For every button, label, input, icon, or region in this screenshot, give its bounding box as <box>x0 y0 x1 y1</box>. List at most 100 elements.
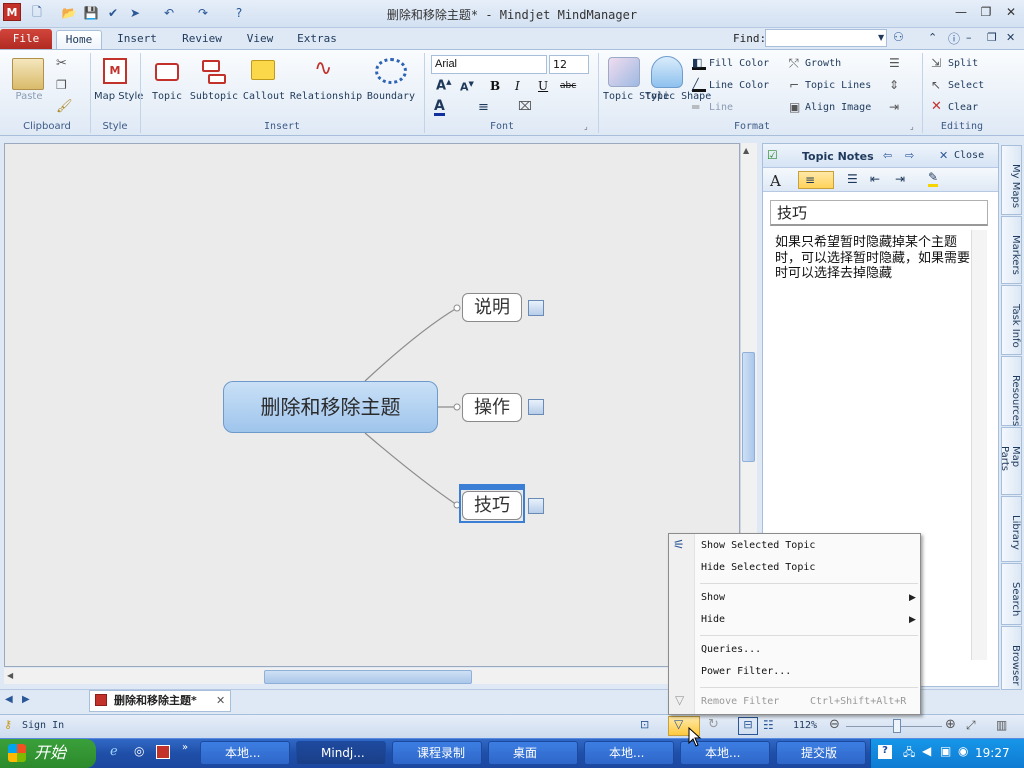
doc-close-icon[interactable]: ✕ <box>1006 31 1015 44</box>
quick-launch-icon[interactable]: ◎ <box>134 744 144 758</box>
taskbar-item[interactable]: 桌面 <box>488 741 578 765</box>
restore-icon[interactable]: ❐ <box>975 4 997 20</box>
split-icon[interactable]: ⇲ <box>931 56 941 70</box>
sign-in-button[interactable]: Sign In <box>22 720 64 731</box>
side-tab-map-parts[interactable]: Map Parts <box>999 427 1022 495</box>
select-icon[interactable]: ↖ <box>931 78 941 92</box>
volume-tray-icon[interactable]: ◉ <box>958 744 968 758</box>
clear-button[interactable]: Clear <box>948 102 978 113</box>
subtopic-caozuo[interactable]: 操作 <box>462 393 522 422</box>
menu-item-hide-selected-topic[interactable]: Hide Selected Topic <box>701 562 815 573</box>
zoom-in-icon[interactable]: ⊕ <box>945 717 956 732</box>
next-doc-icon[interactable]: ▶ <box>22 694 30 705</box>
bullets-icon[interactable]: ☰ <box>889 56 900 70</box>
close-notes-button[interactable]: Close <box>954 150 984 161</box>
menu-item-power-filter[interactable]: Power Filter... <box>701 666 791 677</box>
clear-icon[interactable]: ✕ <box>931 99 942 114</box>
vertical-scroll-thumb[interactable] <box>742 352 755 462</box>
side-tab-task-info[interactable]: Task Info <box>1001 285 1022 355</box>
topic-lines-icon[interactable]: ⌐ <box>789 78 799 92</box>
side-tab-my-maps[interactable]: My Maps <box>1001 145 1022 215</box>
notes-icon[interactable] <box>528 498 544 514</box>
menu-item-show-selected-topic[interactable]: Show Selected Topic <box>701 540 815 551</box>
notes-import-icon[interactable]: ⇦ <box>883 149 892 162</box>
outline-view-icon[interactable]: ☷ <box>763 718 774 732</box>
zoom-out-icon[interactable]: ⊖ <box>829 717 840 732</box>
close-document-icon[interactable]: ✕ <box>216 694 225 707</box>
show-selected-topic-icon: ⚟ <box>673 538 685 553</box>
ribbon-minimize-icon[interactable]: ⌃ <box>928 31 937 44</box>
prev-doc-icon[interactable]: ◀ <box>5 694 13 705</box>
indent-icon[interactable]: ⇥ <box>889 100 899 114</box>
fit-page-icon[interactable]: ⤢ <box>966 718 976 733</box>
notes-export-icon[interactable]: ⇨ <box>905 149 914 162</box>
notes-check-icon[interactable]: ☑ <box>767 148 778 162</box>
mindmanager-quick-launch-icon[interactable] <box>156 745 170 759</box>
find-input[interactable] <box>765 29 887 47</box>
taskbar-item[interactable]: 本地... <box>584 741 674 765</box>
zoom-slider-thumb[interactable] <box>893 719 901 733</box>
horizontal-scroll-thumb[interactable] <box>264 670 472 684</box>
taskbar-item[interactable]: 课程录制 <box>392 741 482 765</box>
taskbar-item-mindjet[interactable]: Mindj... <box>296 741 386 765</box>
menu-item-show[interactable]: Show <box>701 592 725 603</box>
taskbar-clock[interactable]: 19:27 <box>975 746 1010 760</box>
notes-outdent-icon[interactable]: ⇤ <box>870 172 880 186</box>
taskbar-item[interactable]: 提交版 <box>776 741 866 765</box>
menu-item-remove-filter: Remove Filter <box>701 696 780 707</box>
doc-minimize-icon[interactable]: – <box>966 31 972 44</box>
subtopic-shuoming[interactable]: 说明 <box>462 293 522 322</box>
tray-expand-icon[interactable]: ◀ <box>922 744 931 758</box>
side-tab-search[interactable]: Search <box>1001 563 1022 625</box>
notes-scrollbar[interactable] <box>971 230 987 660</box>
help-circle-icon[interactable]: ⓘ <box>948 30 960 47</box>
notes-highlight-icon[interactable]: ✎ <box>928 170 939 187</box>
spacing-icon[interactable]: ⇕ <box>889 78 899 92</box>
subtopic-jiqiao[interactable]: 技巧 <box>462 491 522 520</box>
find-dropdown-icon[interactable]: ▼ <box>878 33 884 42</box>
scroll-left-icon[interactable]: ◀ <box>7 671 13 680</box>
doc-restore-icon[interactable]: ❐ <box>987 31 997 44</box>
menu-separator <box>700 635 918 636</box>
align-image-button[interactable]: Align Image <box>805 102 871 113</box>
close-window-icon[interactable]: ✕ <box>1000 4 1022 20</box>
fit-map-icon[interactable]: ⊡ <box>640 718 649 731</box>
format-dialog-launcher-icon[interactable]: ⌟ <box>910 122 914 131</box>
notes-align-left-icon[interactable]: ≡ <box>798 171 834 189</box>
growth-button[interactable]: Growth <box>805 58 841 69</box>
align-image-icon[interactable]: ▣ <box>789 100 800 114</box>
tray-app-icon[interactable]: ▣ <box>940 744 951 758</box>
ie-icon[interactable]: ℯ <box>110 744 118 759</box>
mouse-cursor-icon <box>688 727 702 747</box>
binoculars-icon[interactable]: ⚇ <box>893 30 904 44</box>
central-topic[interactable]: 删除和移除主题 <box>223 381 438 433</box>
network-tray-icon[interactable]: 🖧 <box>903 744 915 763</box>
side-tab-markers[interactable]: Markers <box>1001 216 1022 284</box>
taskbar-overflow-icon[interactable]: » <box>182 742 188 753</box>
menu-icon-gutter <box>669 534 695 714</box>
select-button[interactable]: Select <box>948 80 984 91</box>
layout-view-icon[interactable]: ⊟ <box>738 717 758 735</box>
minimize-icon[interactable]: — <box>950 4 972 20</box>
scroll-up-icon[interactable]: ▲ <box>743 146 749 155</box>
notes-icon[interactable] <box>528 300 544 316</box>
side-tab-library[interactable]: Library <box>1001 496 1022 562</box>
menu-item-hide[interactable]: Hide <box>701 614 725 625</box>
taskbar-item[interactable]: 本地... <box>200 741 290 765</box>
split-button[interactable]: Split <box>948 58 978 69</box>
growth-icon[interactable]: ⤲ <box>789 56 799 71</box>
panel-toggle-icon[interactable]: ▥ <box>996 718 1007 732</box>
document-tab[interactable]: 删除和移除主题* <box>89 690 231 712</box>
help-tray-icon[interactable]: ? <box>878 745 892 759</box>
close-notes-icon[interactable]: ✕ <box>939 149 948 162</box>
notes-icon[interactable] <box>528 399 544 415</box>
menu-item-queries[interactable]: Queries... <box>701 644 761 655</box>
notes-bullets-icon[interactable]: ☰ <box>847 172 858 186</box>
notes-indent-icon[interactable]: ⇥ <box>895 172 905 186</box>
topic-lines-button[interactable]: Topic Lines <box>805 80 871 91</box>
side-tab-browser[interactable]: Browser <box>1001 626 1022 690</box>
notes-body-text[interactable]: 如果只希望暂时隐藏掉某个主题时，可以选择暂时隐藏，如果需要时可以选择去掉隐藏 <box>775 235 970 282</box>
notes-font-icon[interactable]: A <box>770 172 781 190</box>
side-tab-resources[interactable]: Resources <box>1001 356 1022 426</box>
refresh-icon[interactable]: ↻ <box>708 717 719 732</box>
